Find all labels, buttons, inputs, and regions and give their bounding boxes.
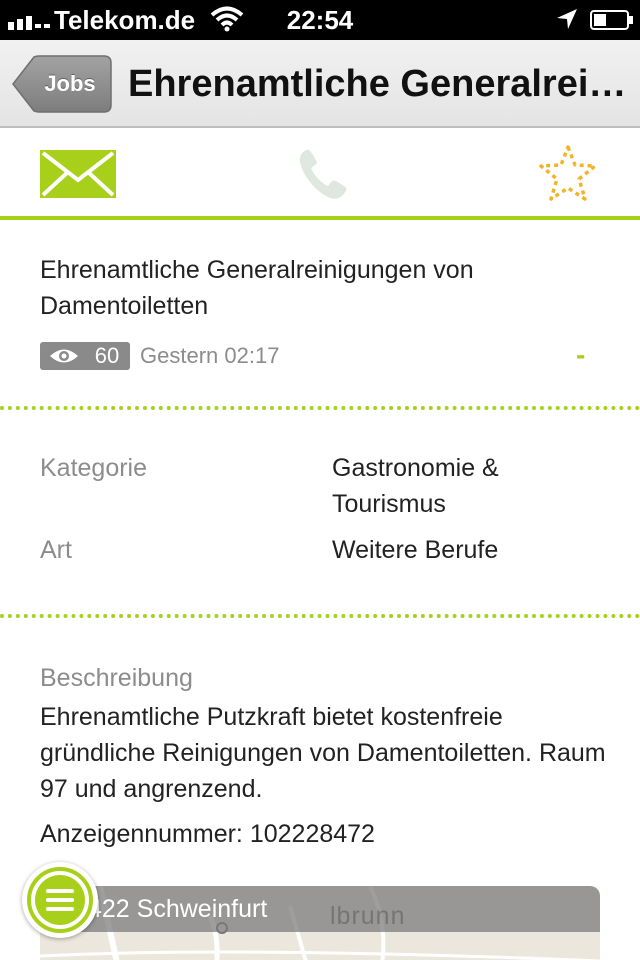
phone-icon[interactable] xyxy=(296,146,352,202)
detail-label-type: Art xyxy=(40,536,72,564)
description-text: Ehrenamtliche Putzkraft bietet kostenfre… xyxy=(40,703,606,803)
location-arrow-icon xyxy=(557,9,577,29)
detail-label-category: Kategorie xyxy=(40,454,148,482)
detail-value-category: Gastronomie & Tourismus xyxy=(332,454,499,518)
back-button[interactable]: Jobs xyxy=(12,55,112,113)
page-title: Ehrenamtliche Generalreinigungen von Dam… xyxy=(128,63,628,105)
ad-number: Anzeigennummer: 102228472 xyxy=(40,820,375,848)
screen: Telekom.de 22:54 Jobs Ehrenamtliche Gene… xyxy=(0,0,640,960)
back-button-label: Jobs xyxy=(44,71,96,96)
listing-title: Ehrenamtliche Generalreinigungen von Dam… xyxy=(40,256,474,320)
status-bar: Telekom.de 22:54 xyxy=(0,0,640,40)
detail-value-type: Weitere Berufe xyxy=(332,536,499,564)
description-label: Beschreibung xyxy=(40,664,193,692)
hamburger-menu-icon xyxy=(27,867,93,933)
map-preview[interactable]: lbrunn 422 Schweinfurt xyxy=(40,886,600,960)
map-location-label: 422 Schweinfurt xyxy=(88,895,268,923)
status-indicator: - xyxy=(576,339,586,370)
views-count: 60 xyxy=(94,343,120,368)
navigation-bar: Jobs Ehrenamtliche Generalreinigungen vo… xyxy=(0,40,640,128)
star-outline-icon[interactable] xyxy=(538,144,598,202)
menu-button[interactable] xyxy=(22,862,98,938)
map-place-label: lbrunn xyxy=(330,902,406,930)
eye-icon xyxy=(50,349,78,363)
posted-timestamp: Gestern 02:17 xyxy=(140,343,280,368)
battery-icon xyxy=(590,10,633,30)
divider xyxy=(0,614,640,618)
envelope-icon[interactable] xyxy=(40,150,116,198)
divider xyxy=(0,406,640,410)
status-time: 22:54 xyxy=(286,5,354,35)
views-badge: 60 xyxy=(40,342,130,370)
action-bar xyxy=(0,128,640,220)
